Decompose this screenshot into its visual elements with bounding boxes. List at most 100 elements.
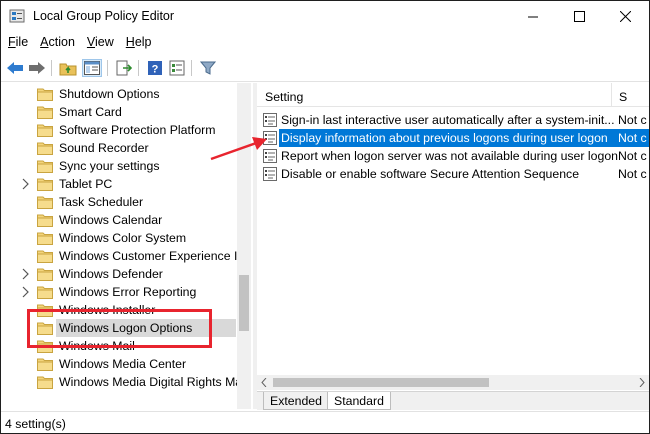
menu-bar: File Action View Help [1,32,649,53]
tree-item[interactable]: Windows Color System [1,229,237,247]
folder-icon [37,106,53,119]
toolbar-separator [191,60,192,76]
close-icon [619,11,631,22]
tree-item[interactable]: Software Protection Platform [1,121,237,139]
folder-icon [37,124,53,137]
highlight-annotation-box [27,309,212,348]
group-policy-app-icon [9,9,25,23]
tree-item[interactable]: Shutdown Options [1,85,237,103]
policy-setting-icon [263,149,277,163]
filter-icon [200,61,216,75]
tree-item-label: Windows Media Center [59,357,187,371]
tree-item[interactable]: Sync your settings [1,157,237,175]
view-tabs: Extended Standard [257,391,649,410]
folder-icon [37,268,53,281]
setting-state: Not c [618,113,647,127]
expand-chevron-icon[interactable] [21,178,30,190]
maximize-button[interactable] [556,1,602,32]
tree-item-label: Windows Media Digital Rights Ma [59,375,243,389]
setting-row[interactable]: Disable or enable software Secure Attent… [257,165,649,183]
up-one-level-button[interactable] [58,59,78,77]
tree-item[interactable]: Windows Media Center [1,355,237,373]
setting-name: Disable or enable software Secure Attent… [281,167,580,181]
export-list-button[interactable] [114,59,134,77]
up-folder-icon [59,63,77,76]
folder-icon [37,88,53,101]
minimize-icon [527,16,538,18]
tree-item-label: Smart Card [59,105,122,119]
setting-row[interactable]: Sign-in last interactive user automatica… [257,111,649,129]
menu-file[interactable]: File [1,32,33,53]
column-divider[interactable] [611,83,612,107]
window-title: Local Group Policy Editor [33,9,175,23]
help-icon: ? [148,61,162,76]
help-button[interactable]: ? [145,59,165,77]
tree-item-label: Tablet PC [59,177,113,191]
menu-view[interactable]: View [80,32,119,53]
tree-item[interactable]: Task Scheduler [1,193,237,211]
toolbar: ? [1,54,649,82]
properties-button[interactable] [167,59,187,77]
tree-item[interactable]: Windows Error Reporting [1,283,237,301]
tree-item[interactable]: Tablet PC [1,175,237,193]
tree-item-label: Task Scheduler [59,195,144,209]
tree-item[interactable]: Windows Customer Experience In [1,247,244,265]
tree-item-label: Sound Recorder [59,141,149,155]
policy-setting-icon [263,113,277,127]
menu-action[interactable]: Action [33,32,80,53]
policy-setting-icon [263,131,277,145]
scroll-left-icon[interactable] [261,378,267,387]
tree-item[interactable]: Smart Card [1,103,237,121]
menu-help-label: elp [134,35,152,49]
tree-item[interactable]: Windows Defender [1,265,237,283]
list-column-header: Setting S [257,83,649,107]
tree-item-label: Windows Calendar [59,213,163,227]
setting-row[interactable]: Display information about previous logon… [257,129,649,147]
show-hide-console-tree-button[interactable] [82,59,102,77]
setting-state: Not c [618,149,647,163]
menu-help-mnemonic: H [125,35,135,49]
forward-button[interactable] [27,59,47,77]
tab-extended[interactable]: Extended [263,392,329,410]
tree-item-label: Windows Customer Experience In [59,249,245,263]
column-state[interactable]: S [619,90,627,104]
column-setting[interactable]: Setting [265,90,303,104]
setting-row[interactable]: Report when logon server was not availab… [257,147,649,165]
filter-button[interactable] [198,59,218,77]
maximize-icon [573,11,585,22]
expand-chevron-icon[interactable] [21,286,30,298]
tree-item-label: Windows Error Reporting [59,285,197,299]
tree-item[interactable]: Windows Media Digital Rights Ma [1,373,242,391]
folder-icon [37,286,53,299]
back-arrow-icon [7,62,23,74]
tree-item-label: Shutdown Options [59,87,160,101]
list-horizontal-scrollbar[interactable] [257,375,649,390]
tree-scroll-thumb[interactable] [239,275,249,331]
title-bar: Local Group Policy Editor [1,1,649,32]
toolbar-separator [51,60,52,76]
folder-icon [37,196,53,209]
expand-chevron-icon[interactable] [21,268,30,280]
policy-setting-icon [263,167,277,181]
setting-name: Sign-in last interactive user automatica… [281,113,615,127]
tree-vertical-scrollbar[interactable] [237,83,251,409]
menu-view-mnemonic: V [86,35,96,49]
status-bar: 4 setting(s) [1,411,649,433]
folder-icon [37,160,53,173]
close-button[interactable] [602,1,648,32]
tree-item-label: Windows Color System [59,231,187,245]
menu-action-mnemonic: A [40,35,49,49]
list-scroll-thumb[interactable] [273,378,489,387]
console-tree: Shutdown Options Smart Card Software Prote… [1,83,253,409]
toolbar-separator [107,60,108,76]
scroll-right-icon[interactable] [639,378,645,387]
folder-icon [37,232,53,245]
folder-icon [37,358,53,371]
forward-arrow-icon [29,62,45,74]
back-button[interactable] [5,59,25,77]
tree-item[interactable]: Windows Calendar [1,211,237,229]
menu-help[interactable]: Help [119,32,157,53]
tree-item[interactable]: Sound Recorder [1,139,237,157]
minimize-button[interactable] [510,1,556,32]
tab-standard[interactable]: Standard [327,392,391,410]
